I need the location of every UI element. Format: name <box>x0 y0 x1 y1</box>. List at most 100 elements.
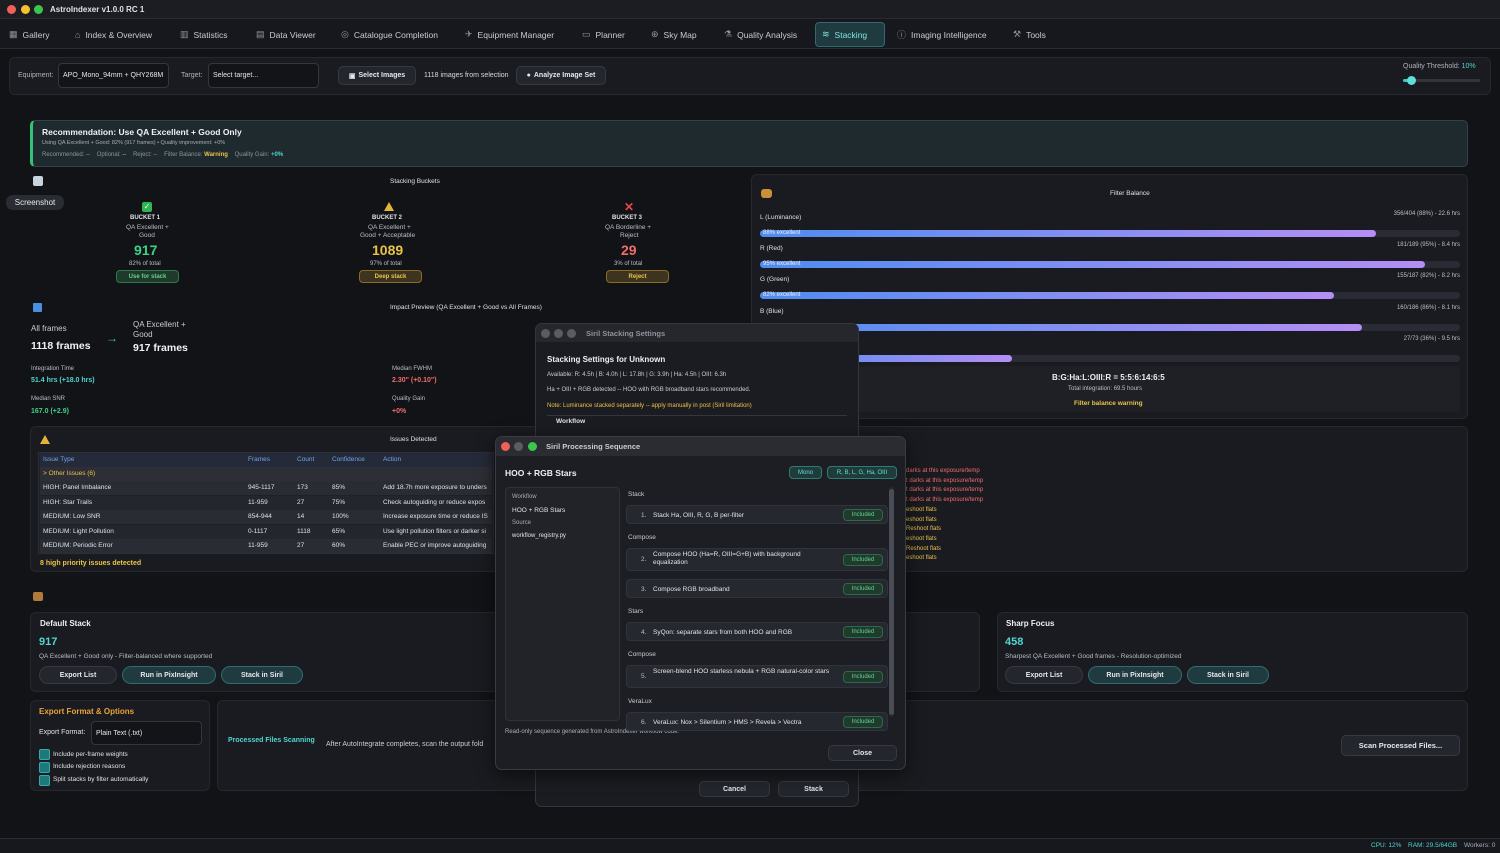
tab-sky-map[interactable]: ⊕ Sky Map <box>645 22 703 47</box>
close-window-button[interactable] <box>7 5 16 14</box>
included-badge: Included <box>843 625 883 638</box>
wrench-icon: ⚒ <box>1013 29 1022 39</box>
stack-button[interactable]: Stack <box>778 781 849 797</box>
bucket-3-count: 29 <box>621 242 637 258</box>
filter-bar-fill <box>760 230 1376 237</box>
table-cell: 60% <box>332 542 346 549</box>
tab-stacking[interactable]: ≋ Stacking <box>815 22 885 47</box>
minimize-window-button[interactable] <box>21 5 30 14</box>
target-label: Target: <box>181 72 203 79</box>
stacking-maximize-dot[interactable] <box>567 329 576 338</box>
tab-planner[interactable]: ▭ Planner <box>576 22 631 47</box>
include-weights-checkbox[interactable] <box>39 749 50 760</box>
default-stack-desc: QA Excellent + Good only - Filter-balanc… <box>39 653 213 660</box>
quality-gain-value: +0% <box>392 408 407 415</box>
tab-tools[interactable]: ⚒ Tools <box>1007 22 1052 47</box>
quality-slider-handle[interactable] <box>1406 76 1416 85</box>
issues-group-row[interactable]: > Other Issues (6) <box>40 467 492 481</box>
default-run-pixinsight-button[interactable]: Run in PixInsight <box>122 666 216 684</box>
stats-icon <box>33 303 42 312</box>
scan-processed-files-button[interactable]: Scan Processed Files... <box>1341 735 1460 756</box>
recommendation-details: Recommended: -- Optional: -- Reject: -- … <box>42 152 284 158</box>
sequence-minimize-dot[interactable] <box>514 442 523 451</box>
close-button[interactable]: Close <box>828 745 897 761</box>
filter-bar-label: 95% excellent <box>763 261 801 267</box>
stacking-dialog-titlebar <box>536 324 858 342</box>
tab-imaging-intelligence[interactable]: ⓘ Imaging Intelligence <box>891 22 993 47</box>
step-text: Stack Ha, OIII, R, G, B per-filter <box>653 512 745 519</box>
bucket-3-desc2: Reject <box>620 232 639 239</box>
filter-bar-label: 82% excellent <box>763 292 801 298</box>
impact-title: Impact Preview (QA Excellent + Good vs A… <box>390 304 542 311</box>
layers-icon: ≋ <box>822 29 830 39</box>
quality-threshold-value: 10% <box>1461 63 1476 70</box>
export-format-select[interactable]: Plain Text (.txt) <box>91 721 202 745</box>
tab-gallery[interactable]: ▦ Gallery <box>3 22 55 47</box>
default-export-list-button[interactable]: Export List <box>39 666 117 684</box>
issue-note: t darks at this exposure/temp <box>906 497 984 504</box>
select-images-button[interactable]: ▣ Select Images <box>338 66 416 85</box>
use-for-stack-button[interactable]: Use for stack <box>116 270 179 283</box>
default-stack-siril-button[interactable]: Stack in Siril <box>221 666 303 684</box>
bucket-2-count: 1089 <box>372 242 404 258</box>
issue-note: eshoot flats <box>906 506 937 513</box>
table-row[interactable]: HIGH: Star Trails 11-959 27 75% Check autogu… <box>40 495 492 510</box>
sharp-export-list-button[interactable]: Export List <box>1005 666 1083 684</box>
sharp-stack-siril-button[interactable]: Stack in Siril <box>1187 666 1269 684</box>
table-cell: HIGH: Star Trails <box>43 498 93 506</box>
target-select[interactable]: Select target... <box>208 63 319 88</box>
workflow-tab[interactable]: Workflow <box>556 418 585 425</box>
info-icon: ⓘ <box>897 30 907 40</box>
filter-balance-title: Filter Balance <box>1110 190 1150 197</box>
bucket-3-name: BUCKET 3 <box>612 215 643 221</box>
filter-stats: 27/73 (36%) - 9.5 hrs <box>1403 336 1460 342</box>
tab-catalogue-completion[interactable]: ◎ Catalogue Completion <box>335 22 444 47</box>
sharp-run-pixinsight-button[interactable]: Run in PixInsight <box>1088 666 1182 684</box>
sequence-section-label: Compose <box>628 651 656 658</box>
included-badge: Included <box>843 670 883 683</box>
include-reasons-checkbox[interactable] <box>39 762 50 773</box>
sequence-close-dot[interactable] <box>501 442 510 451</box>
split-stacks-checkbox[interactable] <box>39 775 50 786</box>
table-cell: Increase exposure time or reduce IS <box>383 513 488 520</box>
tab-equipment-manager[interactable]: ✈ Equipment Manager <box>459 22 560 47</box>
deep-stack-button[interactable]: Deep stack <box>359 270 422 283</box>
reject-button[interactable]: Reject <box>606 270 669 283</box>
tab-quality-analysis[interactable]: ⚗ Quality Analysis <box>718 22 803 47</box>
table-cell: 75% <box>332 498 346 506</box>
fwhm-label: Median FWHM <box>392 366 433 372</box>
equipment-select[interactable]: APO_Mono_94mm + QHY268M <box>58 63 169 88</box>
sequence-dialog-title: Siril Processing Sequence <box>546 442 641 451</box>
include-weights-label: Include per-frame weights <box>53 751 128 758</box>
bucket-1-pct: 82% of total <box>129 261 161 267</box>
table-row[interactable]: MEDIUM: Light Pollution 0-1117 1118 65% Use … <box>40 524 492 539</box>
palette-icon <box>761 189 772 198</box>
integration-value: 51.4 hrs (+18.0 hrs) <box>31 377 95 384</box>
issue-note: Reshoot flats <box>906 545 942 552</box>
table-cell: 11-959 <box>248 542 268 549</box>
stacking-close-dot[interactable] <box>541 329 550 338</box>
sequence-heading: HOO + RGB Stars <box>505 468 577 478</box>
selected-frames-label2: Good <box>133 330 153 339</box>
processed-files-desc: After AutoIntegrate completes, scan the … <box>326 741 484 748</box>
stacking-minimize-dot[interactable] <box>554 329 563 338</box>
sequence-maximize-dot[interactable] <box>528 442 537 451</box>
integration-label: Integration Time <box>31 366 75 372</box>
maximize-window-button[interactable] <box>34 5 43 14</box>
export-options-title: Export Format & Options <box>39 707 135 716</box>
table-row[interactable]: MEDIUM: Periodic Error 11-959 27 60% Enable … <box>40 539 492 553</box>
tab-statistics[interactable]: ▥ Statistics <box>174 22 234 47</box>
table-cell: 65% <box>332 527 346 535</box>
bucket-1-count: 917 <box>134 242 158 258</box>
cancel-button[interactable]: Cancel <box>699 781 770 797</box>
table-cell: MEDIUM: Low SNR <box>43 513 101 520</box>
table-row[interactable]: MEDIUM: Low SNR 854-944 14 100% Increase exp… <box>40 510 492 524</box>
tab-index-overview[interactable]: ⌂ Index & Overview <box>69 22 158 47</box>
mono-badge: Mono <box>789 466 822 479</box>
tab-data-viewer[interactable]: ▤ Data Viewer <box>250 22 322 47</box>
sequence-section-label: Stack <box>628 491 645 498</box>
bucket-3-pct: 3% of total <box>614 261 643 267</box>
sequence-scrollbar-thumb[interactable] <box>889 489 894 715</box>
analyze-button[interactable]: ● Analyze Image Set <box>516 66 606 85</box>
table-row[interactable]: HIGH: Panel Imbalance 945-1117 173 85% Add 1… <box>40 481 492 495</box>
